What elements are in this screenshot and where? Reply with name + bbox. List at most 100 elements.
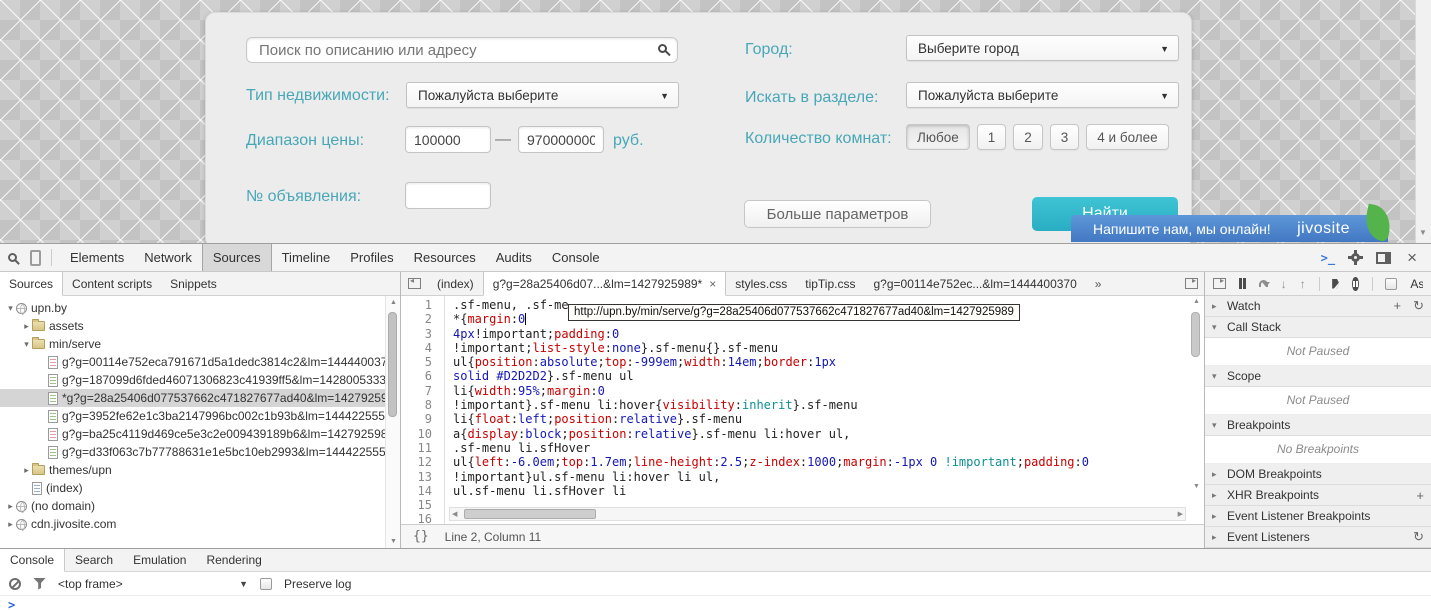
line-number[interactable]: 4	[401, 341, 432, 355]
gear-icon[interactable]	[1351, 253, 1360, 262]
listing-number-input[interactable]	[405, 182, 491, 209]
scrollbar-thumb[interactable]	[1191, 312, 1200, 357]
code-line[interactable]: !important}ul.sf-menu li:hover li ul,	[453, 470, 1204, 484]
devtools-tab-timeline[interactable]: Timeline	[272, 244, 341, 271]
scroll-left-icon[interactable]: ◀	[452, 510, 457, 518]
devtools-tab-console[interactable]: Console	[542, 244, 610, 271]
price-to-input[interactable]	[518, 126, 604, 153]
close-tab-icon[interactable]: ×	[709, 278, 716, 290]
tree-item[interactable]: g?g=ba25c4119d469ce5e3c2e009439189b6&lm=…	[0, 425, 400, 443]
section-header-event-listeners[interactable]: ▸Event Listeners↻	[1205, 527, 1431, 548]
line-number[interactable]: 11	[401, 441, 432, 455]
refresh-icon[interactable]: ↻	[1413, 298, 1424, 314]
tree-item[interactable]: *g?g=28a25406d077537662c471827677ad40&lm…	[0, 389, 400, 407]
scroll-down-icon[interactable]: ▼	[1193, 483, 1200, 490]
refresh-icon[interactable]: ↻	[1413, 529, 1424, 545]
search-input[interactable]	[246, 37, 678, 63]
scroll-up-icon[interactable]: ▲	[390, 299, 397, 306]
rooms-option-button[interactable]: 2	[1013, 124, 1043, 150]
editor-horizontal-scrollbar[interactable]: ◀ ▶	[449, 507, 1186, 521]
sidebar-tab-snippets[interactable]: Snippets	[161, 272, 226, 295]
tree-item[interactable]: ▾min/serve	[0, 335, 400, 353]
scroll-up-icon[interactable]: ▲	[1193, 298, 1200, 305]
code-line[interactable]: !important;list-style:none}.sf-menu{}.sf…	[453, 341, 1204, 355]
tree-expand-icon[interactable]: ▾	[21, 339, 32, 350]
step-out-icon[interactable]: ↑	[1300, 278, 1306, 290]
code-line[interactable]: a{display:block;position:relative}.sf-me…	[453, 427, 1204, 441]
rooms-option-button[interactable]: 1	[977, 124, 1007, 150]
drawer-tab-rendering[interactable]: Rendering	[196, 549, 271, 571]
drawer-tab-emulation[interactable]: Emulation	[123, 549, 196, 571]
sidebar-tab-content-scripts[interactable]: Content scripts	[63, 272, 161, 295]
code-line[interactable]: ul{left:-6.0em;top:1.7em;line-height:2.5…	[453, 455, 1204, 469]
section-header-event-listener-breakpoints[interactable]: ▸Event Listener Breakpoints	[1205, 506, 1431, 527]
section-header-dom-breakpoints[interactable]: ▸DOM Breakpoints	[1205, 464, 1431, 485]
tree-expand-icon[interactable]: ▸	[5, 501, 16, 512]
section-header-scope[interactable]: ▾Scope	[1205, 366, 1431, 387]
code-line[interactable]: .sf-menu li.sfHover	[453, 441, 1204, 455]
line-number[interactable]: 14	[401, 484, 432, 498]
line-number[interactable]: 13	[401, 470, 432, 484]
devtools-tab-elements[interactable]: Elements	[60, 244, 134, 271]
jivosite-chat-bar[interactable]: Напишите нам, мы онлайн! jivosite	[1071, 215, 1388, 242]
line-number[interactable]: 9	[401, 412, 432, 426]
deactivate-breakpoints-icon[interactable]	[1332, 279, 1339, 289]
section-header-breakpoints[interactable]: ▾Breakpoints	[1205, 415, 1431, 436]
pause-script-icon[interactable]	[1239, 278, 1246, 289]
section-select[interactable]: Пожалуйста выберите ▼	[906, 82, 1179, 108]
tree-expand-icon[interactable]: ▾	[5, 303, 16, 314]
more-params-button[interactable]: Больше параметров	[744, 200, 931, 228]
tree-item[interactable]: ▸assets	[0, 317, 400, 335]
show-navigator-icon[interactable]	[1213, 278, 1226, 289]
step-over-icon[interactable]	[1259, 280, 1267, 287]
rooms-option-button[interactable]: Любое	[906, 124, 970, 150]
tree-item[interactable]: ▾upn.by	[0, 299, 400, 317]
async-checkbox[interactable]	[1385, 278, 1397, 290]
line-number[interactable]: 3	[401, 327, 432, 341]
price-from-input[interactable]	[405, 126, 491, 153]
devtools-tab-profiles[interactable]: Profiles	[340, 244, 403, 271]
line-number[interactable]: 5	[401, 355, 432, 369]
tree-item[interactable]: g?g=3952fe62e1c3ba2147996bc002c1b93b&lm=…	[0, 407, 400, 425]
page-scrollbar[interactable]: ▼	[1415, 0, 1431, 243]
filter-icon[interactable]	[33, 578, 46, 590]
section-header-watch[interactable]: ▸Watch+↻	[1205, 296, 1431, 317]
hide-navigator-icon[interactable]	[408, 278, 421, 289]
tree-item[interactable]: ▸(no domain)	[0, 497, 400, 515]
tree-expand-icon[interactable]: ▸	[5, 519, 16, 530]
show-debugger-icon[interactable]	[1185, 278, 1198, 289]
code-area[interactable]: 12345678910111213141516 .sf-menu, .sf-me…	[401, 296, 1204, 524]
scroll-right-icon[interactable]: ▶	[1178, 510, 1183, 518]
code-line[interactable]: ul.sf-menu li.sfHover li	[453, 484, 1204, 498]
line-number[interactable]: 7	[401, 384, 432, 398]
line-number[interactable]: 6	[401, 369, 432, 383]
city-select[interactable]: Выберите город ▼	[906, 35, 1179, 61]
tree-scrollbar[interactable]: ▲ ▼	[385, 296, 400, 548]
step-into-icon[interactable]: ↓	[1281, 278, 1287, 290]
tree-item[interactable]: g?g=00114e752eca791671d5a1dedc3814c2&lm=…	[0, 353, 400, 371]
editor-tab[interactable]: (index)	[428, 272, 483, 295]
pause-on-exceptions-icon[interactable]	[1352, 277, 1359, 291]
pretty-print-icon[interactable]: {}	[413, 529, 429, 544]
editor-tab[interactable]: g?g=28a25406d07...&lm=1427925989*×	[483, 272, 727, 296]
editor-tab[interactable]: styles.css	[726, 272, 796, 295]
line-number[interactable]: 10	[401, 427, 432, 441]
property-type-select[interactable]: Пожалуйста выберите ▼	[406, 82, 679, 108]
add-icon[interactable]: +	[1416, 488, 1424, 503]
line-number[interactable]: 16	[401, 512, 432, 524]
scroll-down-icon[interactable]: ▼	[390, 538, 397, 545]
devtools-tab-audits[interactable]: Audits	[486, 244, 542, 271]
devtools-tab-network[interactable]: Network	[134, 244, 202, 271]
editor-tab-overflow[interactable]: »	[1086, 272, 1111, 295]
scroll-down-icon[interactable]: ▼	[1419, 228, 1427, 237]
editor-tab[interactable]: tipTip.css	[796, 272, 864, 295]
scrollbar-thumb[interactable]	[388, 312, 397, 417]
device-mode-icon[interactable]	[30, 250, 41, 266]
line-number[interactable]: 8	[401, 398, 432, 412]
frame-selector[interactable]: <top frame> ▼	[58, 577, 248, 591]
sidebar-tab-sources[interactable]: Sources	[0, 272, 63, 296]
code-line[interactable]: !important}.sf-menu li:hover{visibility:…	[453, 398, 1204, 412]
line-number[interactable]: 2	[401, 312, 432, 326]
line-number[interactable]: 15	[401, 498, 432, 512]
editor-tab[interactable]: g?g=00114e752ec...&lm=1444400370	[864, 272, 1085, 295]
